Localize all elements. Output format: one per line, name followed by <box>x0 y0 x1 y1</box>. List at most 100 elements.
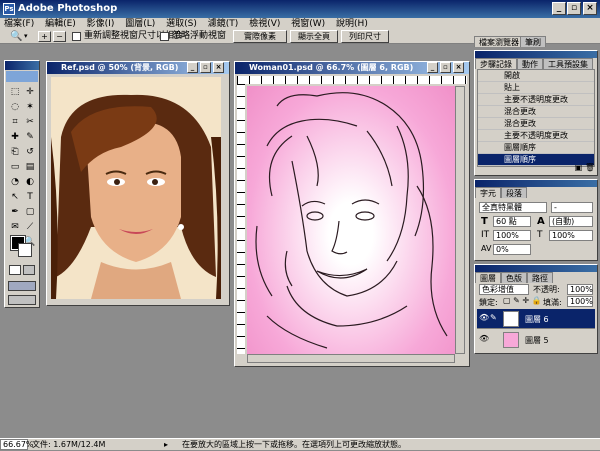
magic-wand-tool-icon[interactable]: ✶ <box>23 100 37 114</box>
tab-paths[interactable]: 路徑 <box>527 272 553 283</box>
zoom-in-icon[interactable]: + <box>38 31 51 42</box>
photoshop-app-icon: Ps <box>3 3 15 15</box>
quickmask-mode-icon[interactable] <box>23 265 35 275</box>
fill-field[interactable]: 100% <box>567 296 593 307</box>
font-family-select[interactable]: 全真特黑體 <box>479 202 547 213</box>
fit-on-screen-button[interactable]: 顯示全頁 <box>290 30 338 43</box>
doc1-canvas[interactable] <box>51 77 221 299</box>
trash-icon[interactable]: 🗑 <box>585 163 595 172</box>
gradient-tool-icon[interactable]: ▤ <box>23 160 37 174</box>
standard-mode-icon[interactable] <box>9 265 21 275</box>
tab-tool-presets[interactable]: 工具預設集 <box>543 58 593 69</box>
history-item[interactable]: 主要不透明度更改 <box>478 94 594 106</box>
maximize-button[interactable]: ▫ <box>567 2 581 15</box>
zoom-level-field[interactable]: 66.67% <box>0 439 34 450</box>
brush-tool-icon[interactable]: ✎ <box>23 130 37 144</box>
doc2-canvas[interactable] <box>247 86 455 354</box>
screen-mode-icon[interactable] <box>8 281 36 291</box>
doc2-horizontal-scrollbar[interactable] <box>247 354 455 363</box>
eraser-tool-icon[interactable]: ▭ <box>8 160 22 174</box>
menu-filter[interactable]: 濾鏡(T) <box>204 19 243 29</box>
marquee-tool-icon[interactable]: ⬚ <box>8 85 22 99</box>
crop-tool-icon[interactable]: ⌗ <box>8 115 22 129</box>
eye-icon[interactable]: 👁 <box>479 334 489 343</box>
shape-tool-icon[interactable]: ▢ <box>23 205 37 219</box>
new-snapshot-icon[interactable]: ▣ <box>575 163 583 172</box>
dodge-tool-icon[interactable]: ◐ <box>23 175 37 189</box>
ignore-palettes-checkbox[interactable] <box>160 31 169 44</box>
tab-layers[interactable]: 圖層 <box>475 272 501 283</box>
slice-tool-icon[interactable]: ✂ <box>23 115 37 129</box>
history-item[interactable]: 主要不透明度更改 <box>478 130 594 142</box>
layer-name: 圖層 5 <box>525 336 549 345</box>
blend-mode-select[interactable]: 色彩增值 <box>479 284 529 295</box>
type-tool-icon[interactable]: T <box>23 190 37 204</box>
tab-actions[interactable]: 動作 <box>517 58 543 69</box>
opacity-field[interactable]: 100% <box>567 284 593 295</box>
menu-view[interactable]: 檢視(V) <box>245 19 284 29</box>
print-size-button[interactable]: 列印尺寸 <box>341 30 389 43</box>
history-item[interactable]: 混合更改 <box>478 106 594 118</box>
leading-field[interactable]: (自動) <box>549 216 593 227</box>
doc2-vertical-scrollbar[interactable] <box>455 86 465 354</box>
history-item[interactable]: 開啟 <box>478 70 594 82</box>
pen-tool-icon[interactable]: ✒ <box>8 205 22 219</box>
background-color-swatch[interactable] <box>18 243 32 257</box>
doc2-titlebar[interactable]: Woman01.psd @ 66.7% (圖層 6, RGB) _ ▫ × <box>235 62 469 74</box>
layer-thumbnail <box>503 311 519 327</box>
menu-window[interactable]: 視窗(W) <box>287 19 329 29</box>
minimize-button[interactable]: _ <box>552 2 566 15</box>
menu-edit[interactable]: 編輯(E) <box>41 19 80 29</box>
doc1-titlebar[interactable]: Ref.psd @ 50% (背景, RGB) _ ▫ × <box>47 62 229 74</box>
tab-brushes[interactable]: 筆刷 <box>520 36 546 47</box>
healing-brush-tool-icon[interactable]: ✚ <box>8 130 22 144</box>
resize-windows-checkbox[interactable] <box>72 31 81 44</box>
horizontal-scale-field[interactable]: 100% <box>549 230 593 241</box>
menu-image[interactable]: 影像(I) <box>83 19 119 29</box>
tab-history[interactable]: 步驟記錄 <box>475 58 517 69</box>
menu-file[interactable]: 檔案(F) <box>0 19 38 29</box>
tracking-field[interactable]: 0% <box>493 244 531 255</box>
lasso-tool-icon[interactable]: ◌ <box>8 100 22 114</box>
font-style-select[interactable]: - <box>551 202 593 213</box>
font-size-field[interactable]: 60 點 <box>493 216 531 227</box>
eye-icon[interactable]: 👁 <box>479 313 489 322</box>
document-size[interactable]: 文件: 1.67M/12.4M <box>32 439 105 451</box>
layer-row[interactable]: 👁 圖層 5 <box>477 330 595 350</box>
chevron-down-icon[interactable]: ▾ <box>24 30 28 43</box>
actual-pixels-button[interactable]: 實際像素 <box>233 30 287 43</box>
status-arrow-icon[interactable]: ▸ <box>164 439 168 451</box>
doc2-minimize-button[interactable]: _ <box>427 62 438 73</box>
eyedropper-tool-icon[interactable]: ⟋ <box>23 220 37 234</box>
tab-channels[interactable]: 色版 <box>501 272 527 283</box>
zoom-out-icon[interactable]: − <box>53 31 66 42</box>
blur-tool-icon[interactable]: ◔ <box>8 175 22 189</box>
doc2-close-button[interactable]: × <box>453 62 464 73</box>
doc1-close-button[interactable]: × <box>213 62 224 73</box>
history-item[interactable]: 混合更改 <box>478 118 594 130</box>
brush-link-icon[interactable]: ✎ <box>490 313 497 322</box>
zoom-tool-icon[interactable]: 🔍 <box>10 30 22 43</box>
doc2-maximize-button[interactable]: ▫ <box>440 62 451 73</box>
tab-file-browser[interactable]: 檔案瀏覽器 <box>474 36 524 47</box>
clone-stamp-tool-icon[interactable]: ⎗ <box>8 145 22 159</box>
history-brush-tool-icon[interactable]: ↺ <box>23 145 37 159</box>
vertical-scale-field[interactable]: 100% <box>493 230 531 241</box>
doc1-maximize-button[interactable]: ▫ <box>200 62 211 73</box>
menu-layer[interactable]: 圖層(L) <box>121 19 159 29</box>
history-item[interactable]: 圖層順序 <box>478 142 594 154</box>
tab-paragraph[interactable]: 段落 <box>501 187 527 198</box>
menu-select[interactable]: 選取(S) <box>162 19 201 29</box>
menu-help[interactable]: 說明(H) <box>332 19 372 29</box>
layer-row[interactable]: 👁 ✎ 圖層 6 <box>477 309 595 329</box>
doc1-minimize-button[interactable]: _ <box>187 62 198 73</box>
tab-character[interactable]: 字元 <box>475 187 501 198</box>
jump-to-imageready-icon[interactable] <box>8 295 36 305</box>
ignore-palettes-label: 忽略浮動視窗 <box>172 31 227 41</box>
close-button[interactable]: × <box>583 2 597 15</box>
move-tool-icon[interactable]: ✛ <box>23 85 37 99</box>
lock-icons[interactable]: ▢ ✎ ✛ 🔒 <box>503 296 542 305</box>
history-item[interactable]: 貼上 <box>478 82 594 94</box>
path-selection-tool-icon[interactable]: ↖ <box>8 190 22 204</box>
notes-tool-icon[interactable]: ✉ <box>8 220 22 234</box>
